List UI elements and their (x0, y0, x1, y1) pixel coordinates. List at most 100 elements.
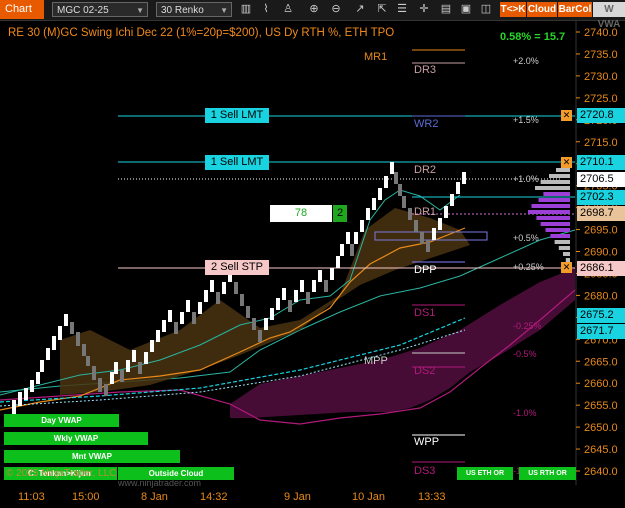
level-mpp: MPP (364, 355, 388, 367)
renko-brick (186, 300, 190, 312)
indicators-icon[interactable]: ⌇ (258, 2, 274, 17)
tpo-row (535, 186, 570, 190)
zoom-out-icon[interactable]: ⊖ (328, 2, 344, 17)
renko-brick (324, 280, 328, 292)
price-label-sell-lmt-1: 2720.8 (577, 108, 625, 123)
renko-brick (198, 302, 202, 314)
weekly-vwap-label: Wkly VWAP (4, 432, 148, 445)
pct-level: -1.0% (513, 408, 537, 418)
properties-icon[interactable]: ☰ (394, 2, 410, 17)
tpo-row (558, 246, 570, 250)
renko-brick (346, 232, 350, 244)
pct-level: +0.25% (513, 262, 544, 272)
barcol-toggle[interactable]: BarCol (558, 2, 592, 17)
renko-brick (120, 370, 124, 382)
template-icon[interactable]: ◫ (478, 2, 494, 17)
x-tick: 15:00 (72, 491, 100, 503)
zoom-in-icon[interactable]: ⊕ (306, 2, 322, 17)
renko-brick (366, 208, 370, 220)
price-tick-label: 2735.0 (584, 49, 618, 61)
level-ds3: DS3 (414, 465, 436, 477)
drawing-tool-icon[interactable]: ↗ (352, 2, 368, 17)
crosshair-icon[interactable]: ✛ (416, 2, 432, 17)
renko-brick (36, 372, 40, 384)
pct-level: +2.0% (513, 56, 539, 66)
renko-brick (180, 312, 184, 324)
x-tick: 9 Jan (284, 491, 311, 503)
cloud-toggle[interactable]: Cloud (527, 2, 557, 17)
renko-brick (12, 400, 16, 414)
renko-brick (114, 362, 118, 374)
renko-brick (384, 176, 388, 188)
renko-brick (150, 340, 154, 352)
price-label-day-vwap: 2675.2 (577, 308, 625, 323)
price-tick-label: 2650.0 (584, 422, 618, 434)
renko-brick (40, 360, 44, 372)
cancel-order-icon[interactable]: ✕ (561, 110, 572, 121)
instrument-selector[interactable]: MGC 02-25 ▼ (52, 2, 148, 17)
sell-stp-order[interactable]: 2 Sell STP (205, 260, 269, 275)
renko-brick (414, 220, 418, 232)
order-qty-count[interactable]: 2 (333, 205, 347, 222)
renko-brick (222, 282, 226, 294)
vwap-toggle[interactable]: W VWA (593, 2, 625, 30)
renko-brick (390, 162, 394, 174)
renko-brick (378, 188, 382, 200)
chart-trader-icon[interactable]: ▣ (458, 2, 474, 17)
tk-toggle[interactable]: T<>K (500, 2, 526, 17)
price-label-stop: 2686.1 (577, 261, 625, 276)
renko-brick (360, 220, 364, 232)
renko-brick (432, 228, 436, 240)
renko-brick (408, 208, 412, 220)
renko-brick (132, 350, 136, 362)
price-label-vwap: 2702.3 (577, 190, 625, 205)
pointer-icon[interactable]: ⇱ (374, 2, 390, 17)
us-eth-or-label: US ETH OR (457, 467, 513, 480)
renko-brick (246, 306, 250, 318)
renko-brick (258, 330, 262, 342)
renko-brick (354, 232, 358, 244)
bar-type-label: 30 Renko (161, 5, 204, 16)
toolbar: Chart MGC 02-25 ▼ 30 Renko ▼ ▥ ⌇ ♙ ⊕ ⊖ ↗ ⇱… (0, 0, 625, 30)
data-box-icon[interactable]: ▤ (438, 2, 454, 17)
tpo-row (528, 210, 570, 214)
cancel-order-icon[interactable]: ✕ (561, 157, 572, 168)
level-dpp: DPP (414, 264, 437, 276)
renko-brick (300, 280, 304, 292)
renko-brick (104, 384, 108, 396)
renko-brick (92, 366, 96, 380)
bar-type-selector[interactable]: 30 Renko ▼ (156, 2, 232, 17)
pct-level: +0.5% (513, 233, 539, 243)
sell-lmt-order-2[interactable]: 1 Sell LMT (205, 155, 269, 170)
renko-brick (336, 256, 340, 268)
renko-brick (216, 292, 220, 304)
renko-brick (70, 322, 74, 334)
cancel-order-icon[interactable]: ✕ (561, 262, 572, 273)
bar-chart-icon[interactable]: ▥ (238, 2, 254, 17)
monthly-vwap-label: Mnt VWAP (4, 450, 180, 463)
renko-brick (64, 314, 68, 326)
renko-brick (282, 288, 286, 300)
renko-brick (52, 336, 56, 350)
strategy-icon[interactable]: ♙ (280, 2, 296, 17)
renko-brick (110, 372, 114, 384)
change-readout: 0.58% = 15.7 (500, 31, 566, 43)
price-tick-label: 2665.0 (584, 356, 618, 368)
chart-tab[interactable]: Chart (0, 0, 44, 19)
price-tick-label: 2660.0 (584, 378, 618, 390)
level-mr1: MR1 (364, 51, 388, 63)
renko-brick (98, 378, 102, 392)
price-tick-label: 2740.0 (584, 27, 618, 39)
renko-brick (420, 232, 424, 244)
order-qty-field[interactable]: 78 (270, 205, 332, 222)
price-tick-label: 2730.0 (584, 71, 618, 83)
tpo-row (556, 168, 570, 172)
chart-title: RE 30 (M)GC Swing Ichi Dec 22 (1%=20p=$2… (8, 27, 395, 39)
sell-lmt-order-1[interactable]: 1 Sell LMT (205, 108, 269, 123)
pct-level: -0.25% (513, 321, 542, 331)
renko-brick (24, 388, 28, 400)
x-tick: 13:33 (418, 491, 446, 503)
renko-brick (264, 318, 268, 330)
pct-level: +1.0% (513, 174, 539, 184)
renko-brick (402, 196, 406, 208)
